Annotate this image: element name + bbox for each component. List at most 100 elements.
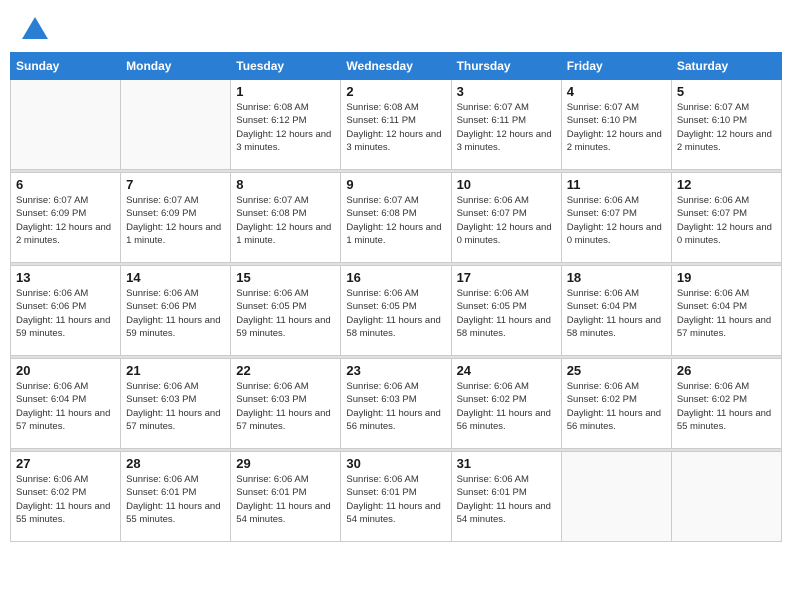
day-info: Sunrise: 6:07 AM Sunset: 6:10 PM Dayligh…	[677, 101, 776, 154]
header	[10, 10, 782, 44]
calendar-cell: 23 Sunrise: 6:06 AM Sunset: 6:03 PM Dayli…	[341, 359, 451, 449]
calendar-cell: 29Sunrise: 6:06 AM Sunset: 6:01 PM Dayli…	[231, 452, 341, 542]
week-row-1: 1 Sunrise: 6:08 AM Sunset: 6:12 PM Daylig…	[11, 80, 782, 170]
day-info: Sunrise: 6:06 AM Sunset: 6:07 PM Dayligh…	[677, 194, 776, 247]
calendar-cell: 14 Sunrise: 6:06 AM Sunset: 6:06 PM Dayli…	[121, 266, 231, 356]
day-number: 27	[16, 456, 115, 471]
calendar-cell: 31 Sunrise: 6:06 AM Sunset: 6:01 PM Dayli…	[451, 452, 561, 542]
calendar-cell: 8 Sunrise: 6:07 AM Sunset: 6:08 PM Daylig…	[231, 173, 341, 263]
calendar-cell: 6 Sunrise: 6:07 AM Sunset: 6:09 PM Daylig…	[11, 173, 121, 263]
day-info: Sunrise: 6:06 AM Sunset: 6:04 PM Dayligh…	[567, 287, 666, 340]
calendar-cell: 7Sunrise: 6:07 AM Sunset: 6:09 PM Daylig…	[121, 173, 231, 263]
day-number: 4	[567, 84, 666, 99]
day-number: 22	[236, 363, 335, 378]
calendar-cell: 21Sunrise: 6:06 AM Sunset: 6:03 PM Dayli…	[121, 359, 231, 449]
day-info: Sunrise: 6:06 AM Sunset: 6:05 PM Dayligh…	[236, 287, 335, 340]
calendar-cell	[121, 80, 231, 170]
weekday-header-thursday: Thursday	[451, 53, 561, 80]
day-number: 8	[236, 177, 335, 192]
calendar-cell: 16 Sunrise: 6:06 AM Sunset: 6:05 PM Dayli…	[341, 266, 451, 356]
week-row-2: 6 Sunrise: 6:07 AM Sunset: 6:09 PM Daylig…	[11, 173, 782, 263]
day-info: Sunrise: 6:08 AM Sunset: 6:12 PM Dayligh…	[236, 101, 335, 154]
day-number: 13	[16, 270, 115, 285]
calendar-cell: 20 Sunrise: 6:06 AM Sunset: 6:04 PM Dayli…	[11, 359, 121, 449]
day-info: Sunrise: 6:06 AM Sunset: 6:06 PM Dayligh…	[16, 287, 115, 340]
day-info: Sunrise: 6:06 AM Sunset: 6:03 PM Dayligh…	[346, 380, 445, 433]
week-row-3: 13 Sunrise: 6:06 AM Sunset: 6:06 PM Dayli…	[11, 266, 782, 356]
calendar-cell: 3Sunrise: 6:07 AM Sunset: 6:11 PM Daylig…	[451, 80, 561, 170]
day-number: 24	[457, 363, 556, 378]
week-row-5: 27 Sunrise: 6:06 AM Sunset: 6:02 PM Dayli…	[11, 452, 782, 542]
calendar-cell: 5 Sunrise: 6:07 AM Sunset: 6:10 PM Daylig…	[671, 80, 781, 170]
calendar-cell: 19Sunrise: 6:06 AM Sunset: 6:04 PM Dayli…	[671, 266, 781, 356]
day-number: 1	[236, 84, 335, 99]
weekday-header-wednesday: Wednesday	[341, 53, 451, 80]
day-number: 17	[457, 270, 556, 285]
calendar-cell: 30 Sunrise: 6:06 AM Sunset: 6:01 PM Dayli…	[341, 452, 451, 542]
weekday-header-saturday: Saturday	[671, 53, 781, 80]
calendar-cell: 15 Sunrise: 6:06 AM Sunset: 6:05 PM Dayli…	[231, 266, 341, 356]
day-number: 25	[567, 363, 666, 378]
day-info: Sunrise: 6:06 AM Sunset: 6:02 PM Dayligh…	[16, 473, 115, 526]
calendar-cell	[561, 452, 671, 542]
day-number: 18	[567, 270, 666, 285]
calendar-table: SundayMondayTuesdayWednesdayThursdayFrid…	[10, 52, 782, 542]
day-info: Sunrise: 6:06 AM Sunset: 6:03 PM Dayligh…	[236, 380, 335, 433]
week-row-4: 20 Sunrise: 6:06 AM Sunset: 6:04 PM Dayli…	[11, 359, 782, 449]
day-info: Sunrise: 6:06 AM Sunset: 6:01 PM Dayligh…	[346, 473, 445, 526]
day-number: 11	[567, 177, 666, 192]
day-info: Sunrise: 6:08 AM Sunset: 6:11 PM Dayligh…	[346, 101, 445, 154]
day-number: 5	[677, 84, 776, 99]
day-info: Sunrise: 6:06 AM Sunset: 6:01 PM Dayligh…	[236, 473, 335, 526]
calendar-cell: 4Sunrise: 6:07 AM Sunset: 6:10 PM Daylig…	[561, 80, 671, 170]
logo-text	[20, 15, 48, 39]
day-number: 20	[16, 363, 115, 378]
calendar-cell: 12 Sunrise: 6:06 AM Sunset: 6:07 PM Dayli…	[671, 173, 781, 263]
calendar-cell: 9 Sunrise: 6:07 AM Sunset: 6:08 PM Daylig…	[341, 173, 451, 263]
day-info: Sunrise: 6:06 AM Sunset: 6:02 PM Dayligh…	[677, 380, 776, 433]
calendar-cell: 11Sunrise: 6:06 AM Sunset: 6:07 PM Dayli…	[561, 173, 671, 263]
day-number: 10	[457, 177, 556, 192]
day-number: 31	[457, 456, 556, 471]
day-info: Sunrise: 6:06 AM Sunset: 6:06 PM Dayligh…	[126, 287, 225, 340]
day-number: 14	[126, 270, 225, 285]
day-number: 21	[126, 363, 225, 378]
day-number: 30	[346, 456, 445, 471]
calendar-cell: 17 Sunrise: 6:06 AM Sunset: 6:05 PM Dayli…	[451, 266, 561, 356]
day-info: Sunrise: 6:06 AM Sunset: 6:04 PM Dayligh…	[677, 287, 776, 340]
calendar-cell: 25 Sunrise: 6:06 AM Sunset: 6:02 PM Dayli…	[561, 359, 671, 449]
logo-icon	[22, 17, 48, 39]
day-info: Sunrise: 6:06 AM Sunset: 6:05 PM Dayligh…	[346, 287, 445, 340]
day-number: 3	[457, 84, 556, 99]
calendar-cell	[671, 452, 781, 542]
calendar-cell: 13 Sunrise: 6:06 AM Sunset: 6:06 PM Dayli…	[11, 266, 121, 356]
day-info: Sunrise: 6:06 AM Sunset: 6:01 PM Dayligh…	[126, 473, 225, 526]
day-info: Sunrise: 6:07 AM Sunset: 6:08 PM Dayligh…	[236, 194, 335, 247]
calendar-cell: 28Sunrise: 6:06 AM Sunset: 6:01 PM Dayli…	[121, 452, 231, 542]
day-number: 6	[16, 177, 115, 192]
weekday-header-row: SundayMondayTuesdayWednesdayThursdayFrid…	[11, 53, 782, 80]
day-info: Sunrise: 6:06 AM Sunset: 6:04 PM Dayligh…	[16, 380, 115, 433]
day-number: 23	[346, 363, 445, 378]
day-info: Sunrise: 6:07 AM Sunset: 6:08 PM Dayligh…	[346, 194, 445, 247]
weekday-header-sunday: Sunday	[11, 53, 121, 80]
day-info: Sunrise: 6:07 AM Sunset: 6:09 PM Dayligh…	[126, 194, 225, 247]
calendar-cell	[11, 80, 121, 170]
day-number: 16	[346, 270, 445, 285]
day-info: Sunrise: 6:06 AM Sunset: 6:01 PM Dayligh…	[457, 473, 556, 526]
day-info: Sunrise: 6:06 AM Sunset: 6:07 PM Dayligh…	[457, 194, 556, 247]
weekday-header-monday: Monday	[121, 53, 231, 80]
day-info: Sunrise: 6:06 AM Sunset: 6:02 PM Dayligh…	[457, 380, 556, 433]
day-number: 26	[677, 363, 776, 378]
logo	[20, 15, 48, 39]
day-info: Sunrise: 6:06 AM Sunset: 6:02 PM Dayligh…	[567, 380, 666, 433]
day-info: Sunrise: 6:06 AM Sunset: 6:05 PM Dayligh…	[457, 287, 556, 340]
calendar-cell: 26 Sunrise: 6:06 AM Sunset: 6:02 PM Dayli…	[671, 359, 781, 449]
day-number: 9	[346, 177, 445, 192]
calendar-cell: 10 Sunrise: 6:06 AM Sunset: 6:07 PM Dayli…	[451, 173, 561, 263]
day-info: Sunrise: 6:07 AM Sunset: 6:09 PM Dayligh…	[16, 194, 115, 247]
calendar-cell: 24 Sunrise: 6:06 AM Sunset: 6:02 PM Dayli…	[451, 359, 561, 449]
calendar-cell: 22 Sunrise: 6:06 AM Sunset: 6:03 PM Dayli…	[231, 359, 341, 449]
day-number: 15	[236, 270, 335, 285]
day-number: 12	[677, 177, 776, 192]
